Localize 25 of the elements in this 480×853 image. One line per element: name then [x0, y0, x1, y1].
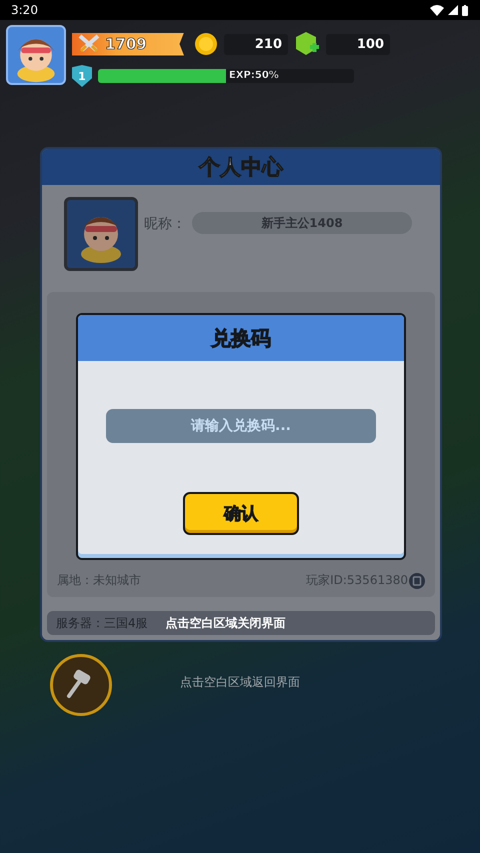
battery-icon: [462, 4, 468, 16]
redeem-code-field[interactable]: 请输入兑换码...: [106, 409, 376, 443]
return-hint: 点击空白区域返回界面: [179, 674, 301, 691]
power-value: 1709: [105, 35, 147, 53]
copy-icon[interactable]: [409, 572, 425, 588]
player-avatar[interactable]: [6, 25, 66, 85]
close-hint: 点击空白区域关闭界面: [166, 614, 286, 632]
coin-count: 210: [224, 34, 288, 54]
gem-plus-icon[interactable]: [294, 31, 320, 57]
clock-time: 3:20: [11, 3, 38, 17]
confirm-button[interactable]: 确认: [183, 492, 299, 535]
wifi-icon: [430, 4, 444, 16]
crossed-swords-icon: [78, 34, 100, 54]
nickname-label: 昵称：: [144, 215, 186, 233]
server-text: 服务器：三国4服: [56, 614, 148, 632]
level-shield: 1: [72, 65, 92, 87]
panel-title: 个人中心: [199, 154, 283, 181]
dialog-title: 兑换码: [211, 324, 271, 352]
profile-avatar[interactable]: [64, 197, 138, 271]
exp-label: EXP:50%: [229, 69, 279, 83]
gem-count: 100: [326, 34, 390, 54]
coin-icon: [194, 32, 218, 56]
location-text: 属地：未知城市: [57, 572, 141, 589]
signal-icon: [448, 5, 458, 15]
player-id-text: 玩家ID:53561380: [306, 572, 408, 589]
